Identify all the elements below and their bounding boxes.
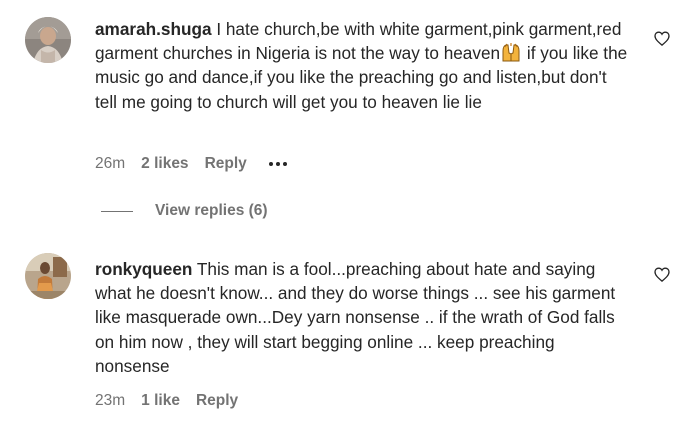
likes-count-button[interactable]: 1 like	[141, 392, 180, 410]
view-replies-label: View replies (6)	[155, 202, 268, 219]
divider-line	[101, 210, 133, 212]
comment-meta: 23m 1 like Reply	[95, 392, 260, 410]
avatar[interactable]	[25, 253, 71, 299]
likes-count-button[interactable]: 2 likes	[141, 155, 188, 173]
view-replies-button[interactable]: View replies (6)	[101, 202, 268, 220]
comment-username[interactable]: amarah.shuga	[95, 19, 212, 39]
reply-button[interactable]: Reply	[196, 392, 238, 410]
comment-meta: 26m 2 likes Reply	[95, 155, 287, 173]
comment-username[interactable]: ronkyqueen	[95, 259, 192, 279]
reply-button[interactable]: Reply	[205, 155, 247, 173]
comment-body: amarah.shuga I hate church,be with white…	[95, 17, 630, 114]
comment-time: 26m	[95, 155, 126, 172]
avatar[interactable]	[25, 17, 71, 63]
comment-time: 23m	[95, 392, 126, 409]
comment-body: ronkyqueen This man is a fool...preachin…	[95, 257, 630, 378]
heart-outline-icon[interactable]	[654, 267, 670, 282]
more-horizontal-icon[interactable]	[268, 162, 287, 166]
praising-hands-emoji-icon	[500, 42, 522, 62]
heart-outline-icon[interactable]	[654, 31, 670, 46]
